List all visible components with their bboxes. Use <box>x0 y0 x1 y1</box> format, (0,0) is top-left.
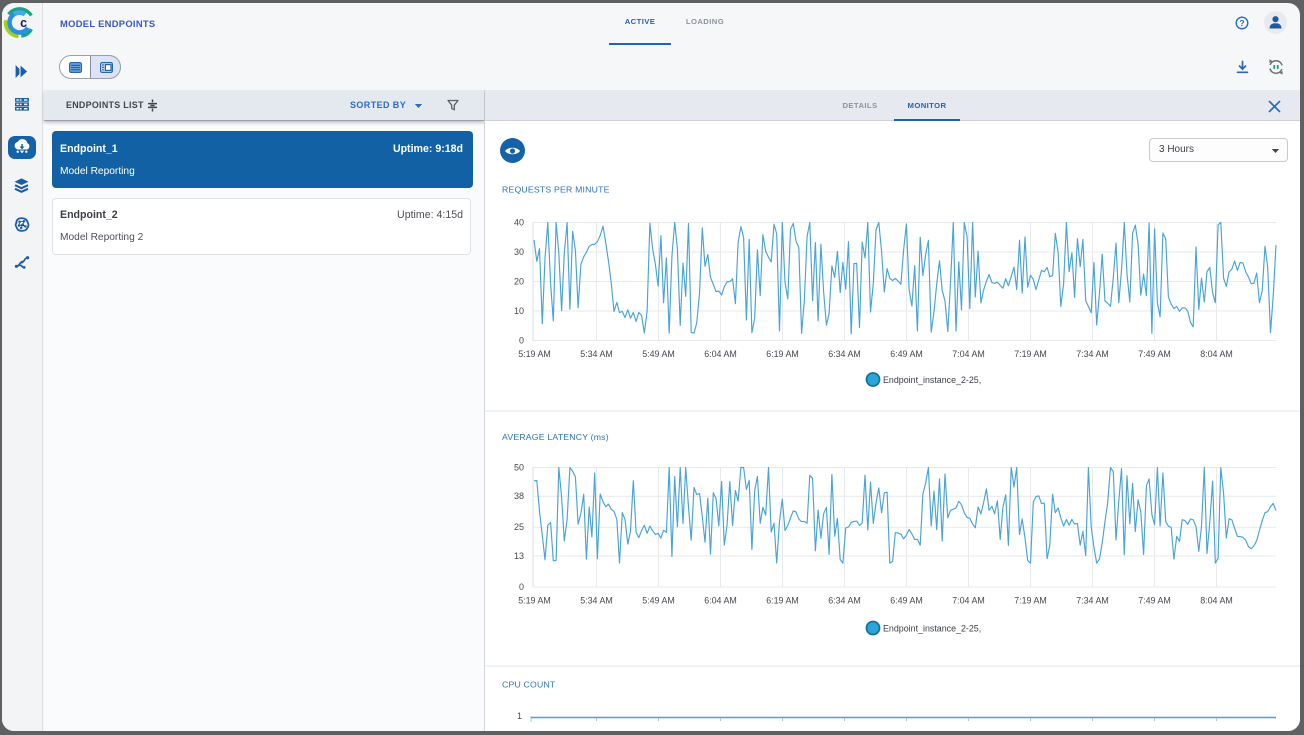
svg-text:6:49 AM: 6:49 AM <box>890 349 923 359</box>
svg-text:?: ? <box>1239 18 1244 28</box>
svg-text:40: 40 <box>514 218 524 228</box>
svg-text:5:49 AM: 5:49 AM <box>642 596 675 606</box>
svg-text:6:49 AM: 6:49 AM <box>890 596 923 606</box>
svg-text:7:19 AM: 7:19 AM <box>1014 596 1047 606</box>
svg-text:6:34 AM: 6:34 AM <box>828 596 861 606</box>
svg-text:5:19 AM: 5:19 AM <box>518 349 551 359</box>
svg-text:6:04 AM: 6:04 AM <box>704 349 737 359</box>
svg-text:5:34 AM: 5:34 AM <box>580 596 613 606</box>
svg-text:6:34 AM: 6:34 AM <box>828 349 861 359</box>
svg-text:7:19 AM: 7:19 AM <box>1014 349 1047 359</box>
svg-text:13: 13 <box>514 551 524 561</box>
svg-text:1: 1 <box>517 711 522 721</box>
svg-text:5:34 AM: 5:34 AM <box>580 349 613 359</box>
svg-text:6:04 AM: 6:04 AM <box>704 596 737 606</box>
svg-text:7:49 AM: 7:49 AM <box>1138 596 1171 606</box>
svg-text:0: 0 <box>519 582 524 592</box>
svg-text:c: c <box>20 16 27 30</box>
svg-text:30: 30 <box>514 247 524 257</box>
svg-text:8:04 AM: 8:04 AM <box>1200 349 1233 359</box>
svg-text:0: 0 <box>519 336 524 346</box>
svg-text:10: 10 <box>514 306 524 316</box>
svg-text:AVERAGE LATENCY (ms): AVERAGE LATENCY (ms) <box>502 432 609 442</box>
svg-text:50: 50 <box>514 463 524 473</box>
svg-text:6:19 AM: 6:19 AM <box>766 596 799 606</box>
svg-text:7:49 AM: 7:49 AM <box>1138 349 1171 359</box>
svg-text:Endpoint_instance_2-25,: Endpoint_instance_2-25, <box>883 624 981 634</box>
svg-text:6:19 AM: 6:19 AM <box>766 349 799 359</box>
svg-text:20: 20 <box>514 277 524 287</box>
svg-text:REQUESTS PER MINUTE: REQUESTS PER MINUTE <box>502 185 610 195</box>
svg-text:Endpoint_instance_2-25,: Endpoint_instance_2-25, <box>883 375 981 385</box>
svg-text:8:04 AM: 8:04 AM <box>1200 596 1233 606</box>
svg-text:7:34 AM: 7:34 AM <box>1076 349 1109 359</box>
svg-text:7:34 AM: 7:34 AM <box>1076 596 1109 606</box>
svg-text:5:19 AM: 5:19 AM <box>518 596 551 606</box>
svg-text:38: 38 <box>514 491 524 501</box>
svg-text:7:04 AM: 7:04 AM <box>952 596 985 606</box>
svg-text:CPU COUNT: CPU COUNT <box>502 680 556 690</box>
svg-text:5:49 AM: 5:49 AM <box>642 349 675 359</box>
svg-text:7:04 AM: 7:04 AM <box>952 349 985 359</box>
svg-text:25: 25 <box>514 522 524 532</box>
